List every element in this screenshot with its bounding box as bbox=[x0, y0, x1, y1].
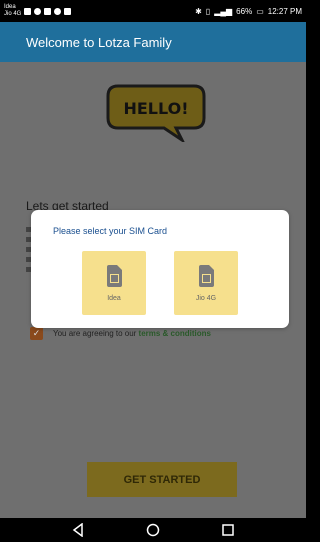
vibrate-icon: ▯ bbox=[205, 6, 211, 16]
app-notification-icon bbox=[24, 7, 32, 15]
clock: 12:27 PM bbox=[267, 6, 302, 16]
carrier-labels: Idea Jio 4G bbox=[4, 4, 21, 18]
battery-percent: 66% bbox=[236, 6, 253, 16]
signal-icon: ▂▄▆ bbox=[214, 6, 233, 16]
sim-option-1[interactable]: Idea bbox=[82, 251, 146, 315]
carrier-secondary: Jio 4G bbox=[4, 11, 22, 17]
whatsapp-icon bbox=[34, 7, 42, 15]
terms-agreement: ✓ You are agreeing to our terms & condit… bbox=[30, 327, 211, 340]
navigation-bar bbox=[0, 518, 306, 542]
status-bar: Idea Jio 4G ✱ ▯ ▂▄▆ 66% ▭ 12:27 PM bbox=[0, 0, 306, 22]
dialog-title: Please select your SIM Card bbox=[53, 226, 168, 236]
recents-icon[interactable] bbox=[221, 523, 235, 537]
phone-screen: Idea Jio 4G ✱ ▯ ▂▄▆ 66% ▭ 12:27 PM Welco… bbox=[0, 0, 306, 542]
battery-icon: ▭ bbox=[256, 6, 264, 16]
sim-option-label: Idea bbox=[107, 294, 121, 302]
home-icon[interactable] bbox=[146, 523, 160, 537]
camera-icon bbox=[54, 7, 62, 15]
hello-text: HELLO! bbox=[123, 99, 188, 118]
sim-card-icon bbox=[106, 264, 122, 287]
bluetooth-icon: ✱ bbox=[195, 6, 202, 16]
back-icon[interactable] bbox=[71, 523, 85, 537]
agree-text: You are agreeing to our terms & conditio… bbox=[53, 329, 211, 338]
get-started-button[interactable]: GET STARTED bbox=[87, 462, 237, 497]
message-icon bbox=[44, 7, 52, 15]
terms-link[interactable]: terms & conditions bbox=[139, 329, 211, 338]
sim-card-icon bbox=[198, 264, 214, 287]
notification-icons bbox=[24, 7, 72, 15]
app-bar: Welcome to Lotza Family bbox=[0, 22, 306, 62]
app-bar-title: Welcome to Lotza Family bbox=[26, 34, 172, 50]
status-right: ✱ ▯ ▂▄▆ 66% ▭ 12:27 PM bbox=[195, 7, 302, 16]
sim-option-2[interactable]: Jio 4G bbox=[174, 251, 238, 315]
sim-select-dialog: Please select your SIM Card Idea Jio 4G bbox=[31, 210, 289, 328]
sim-option-label: Jio 4G bbox=[195, 294, 217, 302]
agree-checkbox[interactable]: ✓ bbox=[30, 327, 43, 340]
hello-bubble-icon: HELLO! bbox=[106, 84, 206, 142]
carrier-primary: Idea bbox=[4, 4, 16, 10]
status-left: Idea Jio 4G bbox=[4, 4, 72, 18]
gallery-icon bbox=[64, 7, 72, 15]
agree-label: You are agreeing to our bbox=[53, 329, 139, 338]
